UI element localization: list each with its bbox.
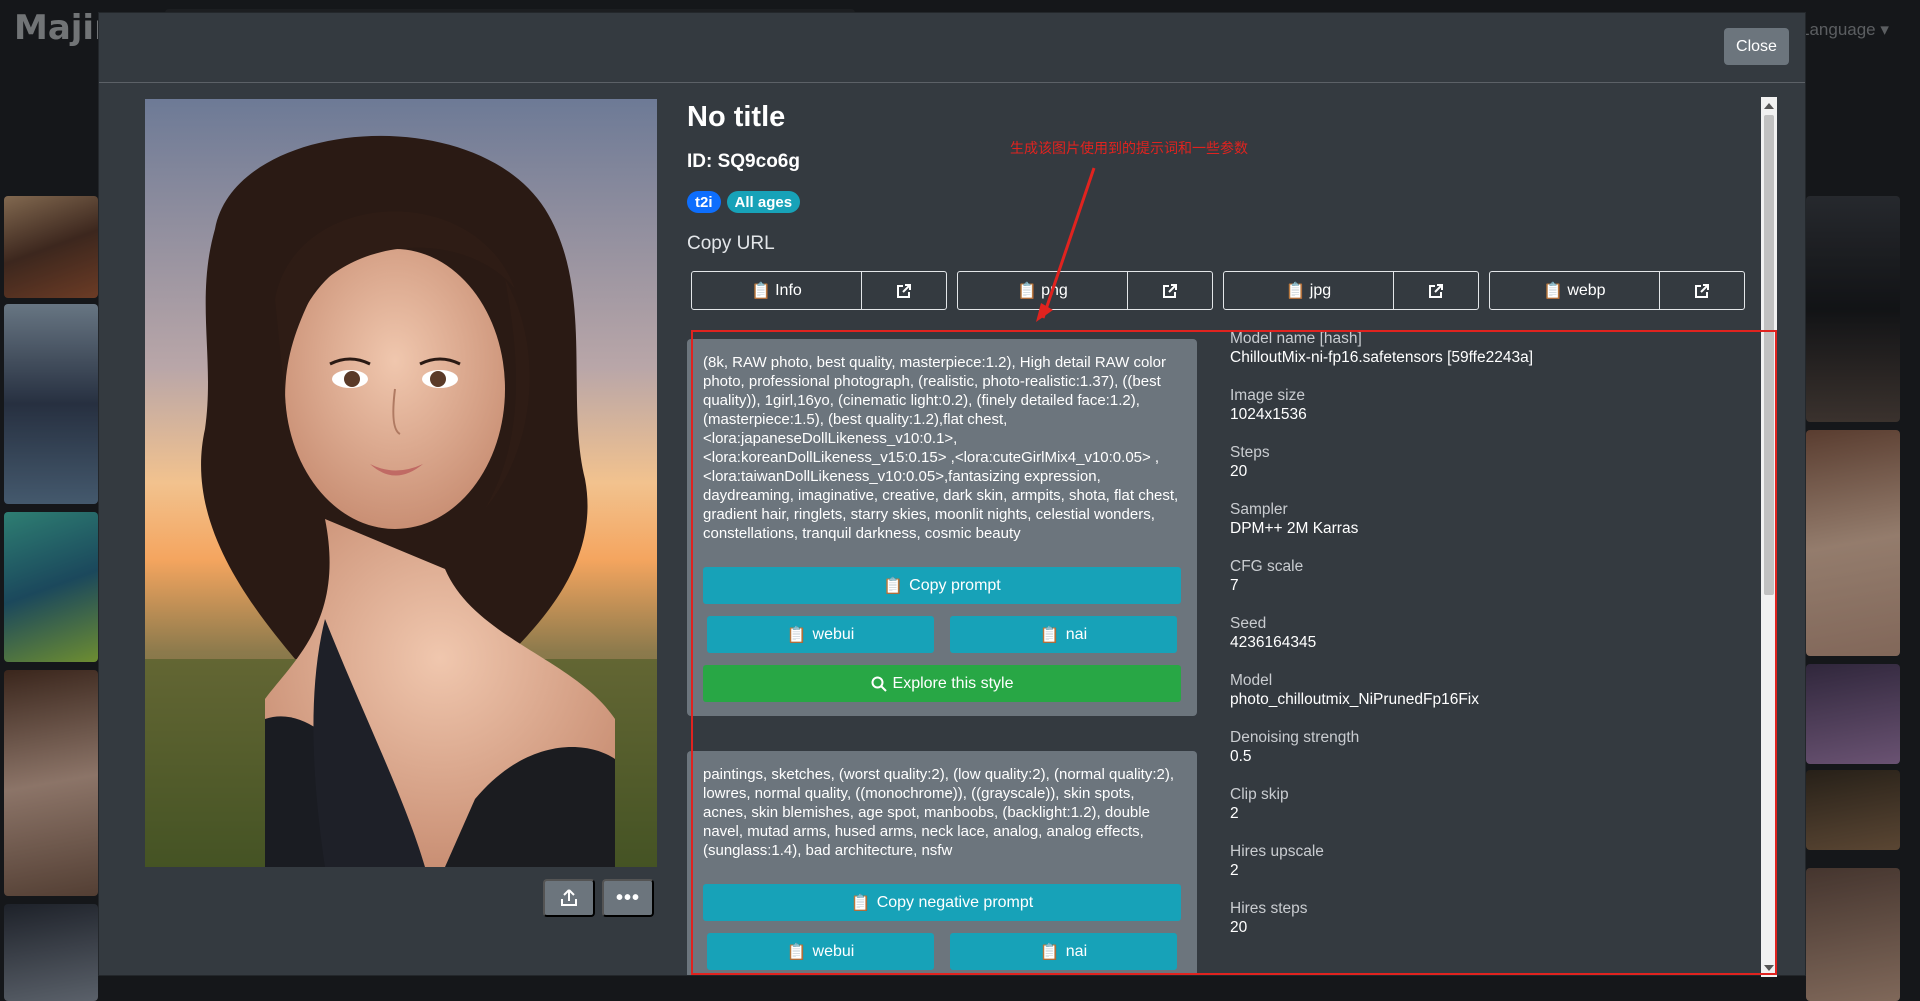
copy-png-url-button[interactable]: 📋 png bbox=[958, 272, 1128, 309]
clipboard-icon: 📋 bbox=[1017, 282, 1038, 300]
copy-url-heading: Copy URL bbox=[687, 233, 775, 254]
generated-image[interactable] bbox=[145, 99, 657, 867]
badge-rating: All ages bbox=[726, 191, 801, 213]
open-jpg-url-button[interactable] bbox=[1394, 272, 1478, 309]
open-png-url-button[interactable] bbox=[1128, 272, 1212, 309]
external-link-icon bbox=[1163, 283, 1177, 298]
url-group-jpg: 📋 jpg bbox=[1223, 271, 1479, 310]
badge-row: t2i All ages bbox=[687, 191, 801, 213]
badge-t2i: t2i bbox=[687, 191, 721, 213]
clipboard-icon: 📋 bbox=[1285, 282, 1306, 300]
annotation-caption: 生成该图片使用到的提示词和一些参数 bbox=[1010, 141, 1248, 157]
scroll-up-arrow-icon[interactable] bbox=[1764, 103, 1774, 109]
external-link-icon bbox=[1695, 283, 1709, 298]
url-group-png: 📋 png bbox=[957, 271, 1213, 310]
close-button[interactable]: Close bbox=[1724, 28, 1789, 65]
external-link-icon bbox=[1429, 283, 1443, 298]
open-info-url-button[interactable] bbox=[862, 272, 946, 309]
annotation-highlight-box bbox=[691, 330, 1777, 975]
image-id: ID: SQ9co6g bbox=[687, 151, 800, 172]
url-group-webp: 📋 webp bbox=[1489, 271, 1745, 310]
open-webp-url-button[interactable] bbox=[1660, 272, 1744, 309]
more-options-button[interactable]: ••• bbox=[602, 879, 654, 917]
modal-header: Close bbox=[99, 13, 1805, 83]
image-title: No title bbox=[687, 101, 786, 133]
copy-jpg-url-button[interactable]: 📋 jpg bbox=[1224, 272, 1394, 309]
clipboard-icon: 📋 bbox=[751, 282, 772, 300]
copy-url-button-row: 📋 Info 📋 png 📋 jpg 📋 webp bbox=[691, 271, 1745, 310]
portrait-illustration bbox=[145, 99, 657, 867]
share-button[interactable] bbox=[543, 879, 595, 917]
copy-info-url-button[interactable]: 📋 Info bbox=[692, 272, 862, 309]
share-icon bbox=[561, 889, 577, 906]
external-link-icon bbox=[897, 283, 911, 298]
copy-webp-url-button[interactable]: 📋 webp bbox=[1490, 272, 1660, 309]
url-group-info: 📋 Info bbox=[691, 271, 947, 310]
more-icon: ••• bbox=[615, 886, 640, 909]
clipboard-icon: 📋 bbox=[1543, 282, 1564, 300]
